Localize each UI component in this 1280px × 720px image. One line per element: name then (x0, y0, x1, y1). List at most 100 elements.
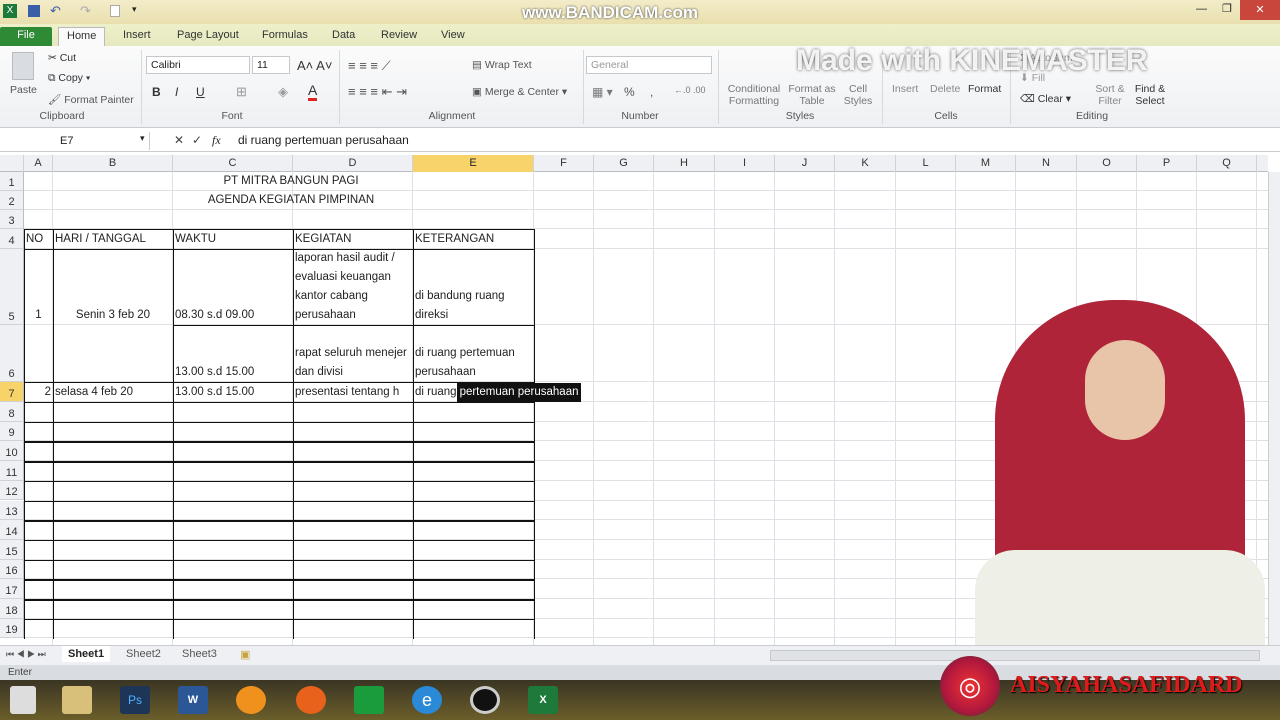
tab-view[interactable]: View (433, 27, 473, 46)
bold-button[interactable]: B (152, 85, 161, 99)
sheet-tab-sheet3[interactable]: Sheet3 (182, 648, 217, 660)
cell-note-3-editing[interactable]: di ruang pertemuan perusahaan (413, 382, 608, 402)
row-header-17[interactable]: 17 (0, 579, 24, 599)
copy-button[interactable]: ⧉ Copy ▾ (48, 72, 90, 85)
column-header-I[interactable]: I (715, 155, 775, 172)
borders-icon[interactable]: ⊞ (236, 84, 247, 100)
cell-activity-1[interactable]: laporan hasil audit / evaluasi keuangan … (293, 249, 413, 325)
tab-home[interactable]: Home (58, 27, 106, 46)
wrap-text-button[interactable]: ▤ Wrap Text (472, 59, 532, 71)
confirm-entry-icon[interactable]: ✓ (192, 133, 202, 147)
vertical-scrollbar[interactable] (1268, 172, 1280, 645)
insert-cells-button[interactable]: Insert (892, 83, 918, 95)
font-color-icon[interactable]: A (308, 82, 318, 101)
cell-time-3[interactable]: 13.00 s.d 15.00 (173, 382, 293, 402)
excel-taskbar-icon[interactable]: X (528, 686, 558, 714)
subtitle-cell[interactable]: AGENDA KEGIATAN PIMPINAN (24, 191, 558, 210)
column-header-J[interactable]: J (775, 155, 835, 172)
font-name-select[interactable]: Calibri (146, 56, 250, 74)
name-box[interactable]: E7 (0, 132, 150, 150)
row-header-6[interactable]: 6 (0, 325, 24, 382)
grow-font-icon[interactable]: A˄ A˅ (297, 58, 332, 73)
insert-function-button[interactable]: fx (212, 133, 221, 148)
header-cell-no[interactable]: NO (24, 229, 53, 249)
minimize-button[interactable]: — (1196, 3, 1207, 15)
row-header-9[interactable]: 9 (0, 421, 24, 442)
title-cell[interactable]: PT MITRA BANGUN PAGI (24, 172, 558, 191)
row-header-3[interactable]: 3 (0, 210, 24, 229)
column-header-H[interactable]: H (654, 155, 715, 172)
sheet-tab-sheet2[interactable]: Sheet2 (126, 648, 161, 660)
word-icon[interactable]: W (178, 686, 208, 714)
cell-no-3[interactable]: 2 (24, 382, 53, 402)
format-as-table-button[interactable]: Format as Table (788, 83, 836, 107)
column-header-K[interactable]: K (835, 155, 896, 172)
row-header-12[interactable]: 12 (0, 480, 24, 501)
merge-center-button[interactable]: ▣ Merge & Center ▾ (472, 86, 567, 98)
column-header-Q[interactable]: Q (1197, 155, 1257, 172)
cell-note-2[interactable]: di ruang pertemuan perusahaan (413, 325, 534, 382)
row-header-19[interactable]: 19 (0, 618, 24, 639)
tab-review[interactable]: Review (373, 27, 425, 46)
app-icon[interactable] (236, 686, 266, 714)
sheet-nav-arrows[interactable]: ⏮ ◀ ▶ ⏭ (6, 649, 46, 660)
column-header-E[interactable]: E (413, 155, 534, 172)
bandicam-icon[interactable] (470, 686, 500, 714)
name-box-dropdown-icon[interactable]: ▾ (140, 133, 145, 144)
cell-note-1[interactable]: di bandung ruang direksi (413, 249, 534, 325)
column-header-N[interactable]: N (1016, 155, 1077, 172)
tab-formulas[interactable]: Formulas (254, 27, 316, 46)
header-cell-day[interactable]: HARI / TANGGAL (53, 229, 173, 249)
row-header-13[interactable]: 13 (0, 500, 24, 521)
paste-icon[interactable] (12, 52, 34, 80)
header-cell-note[interactable]: KETERANGAN (413, 229, 534, 249)
cut-button[interactable]: ✂ Cut (48, 52, 76, 64)
delete-cells-button[interactable]: Delete (930, 83, 960, 95)
row-header-14[interactable]: 14 (0, 520, 24, 540)
tab-file[interactable]: File (0, 27, 52, 46)
row-header-4[interactable]: 4 (0, 229, 24, 249)
number-format-select[interactable]: General (586, 56, 712, 74)
cell-activity-2[interactable]: rapat seluruh menejer dan divisi (293, 325, 413, 382)
file-explorer-icon[interactable] (62, 686, 92, 714)
row-header-16[interactable]: 16 (0, 559, 24, 580)
firefox-icon[interactable] (296, 686, 326, 714)
cell-time-1[interactable]: 08.30 s.d 09.00 (173, 249, 293, 325)
row-header-8[interactable]: 8 (0, 402, 24, 422)
format-painter-button[interactable]: 🖌 Format Painter (48, 93, 134, 106)
restore-button[interactable]: ❐ (1222, 2, 1232, 15)
cell-day-3[interactable]: selasa 4 feb 20 (53, 382, 173, 402)
column-header-O[interactable]: O (1077, 155, 1137, 172)
new-icon[interactable] (110, 5, 120, 17)
column-header-B[interactable]: B (53, 155, 173, 172)
decimal-icons[interactable]: ←.0 .00 (674, 85, 706, 95)
font-size-select[interactable]: 11 (252, 56, 290, 74)
column-header-A[interactable]: A (24, 155, 53, 172)
cell-day-1[interactable]: Senin 3 feb 20 (53, 249, 173, 382)
column-header-D[interactable]: D (293, 155, 413, 172)
redo-icon[interactable]: ↷ (80, 3, 91, 19)
paste-button[interactable]: Paste (10, 84, 37, 96)
sort-filter-button[interactable]: Sort & Filter (1092, 83, 1128, 107)
row-header-11[interactable]: 11 (0, 461, 24, 481)
photoshop-icon[interactable]: Ps (120, 686, 150, 714)
currency-icon[interactable]: ▦ ▾ (592, 85, 613, 99)
row-header-5[interactable]: 5 (0, 249, 24, 325)
column-header-F[interactable]: F (534, 155, 594, 172)
tab-data[interactable]: Data (324, 27, 363, 46)
cell-no-1[interactable]: 1 (24, 249, 53, 382)
windows-start-icon[interactable] (10, 686, 36, 714)
header-cell-activity[interactable]: KEGIATAN (293, 229, 413, 249)
column-header-M[interactable]: M (956, 155, 1016, 172)
close-button[interactable]: ✕ (1240, 0, 1280, 20)
clear-button[interactable]: ⌫ Clear ▾ (1020, 93, 1071, 105)
select-all-button[interactable] (0, 155, 24, 172)
horizontal-scrollbar[interactable] (770, 650, 1260, 661)
row-header-2[interactable]: 2 (0, 191, 24, 210)
cell-activity-3[interactable]: presentasi tentang h (293, 382, 413, 402)
save-icon[interactable] (28, 5, 40, 17)
italic-button[interactable]: I (175, 85, 178, 99)
vertical-align-icons[interactable]: ≡ ≡ ≡ ⟋ (348, 58, 391, 74)
underline-button[interactable]: U (196, 85, 205, 99)
horizontal-align-icons[interactable]: ≡ ≡ ≡ ⇤ ⇥ (348, 84, 407, 100)
